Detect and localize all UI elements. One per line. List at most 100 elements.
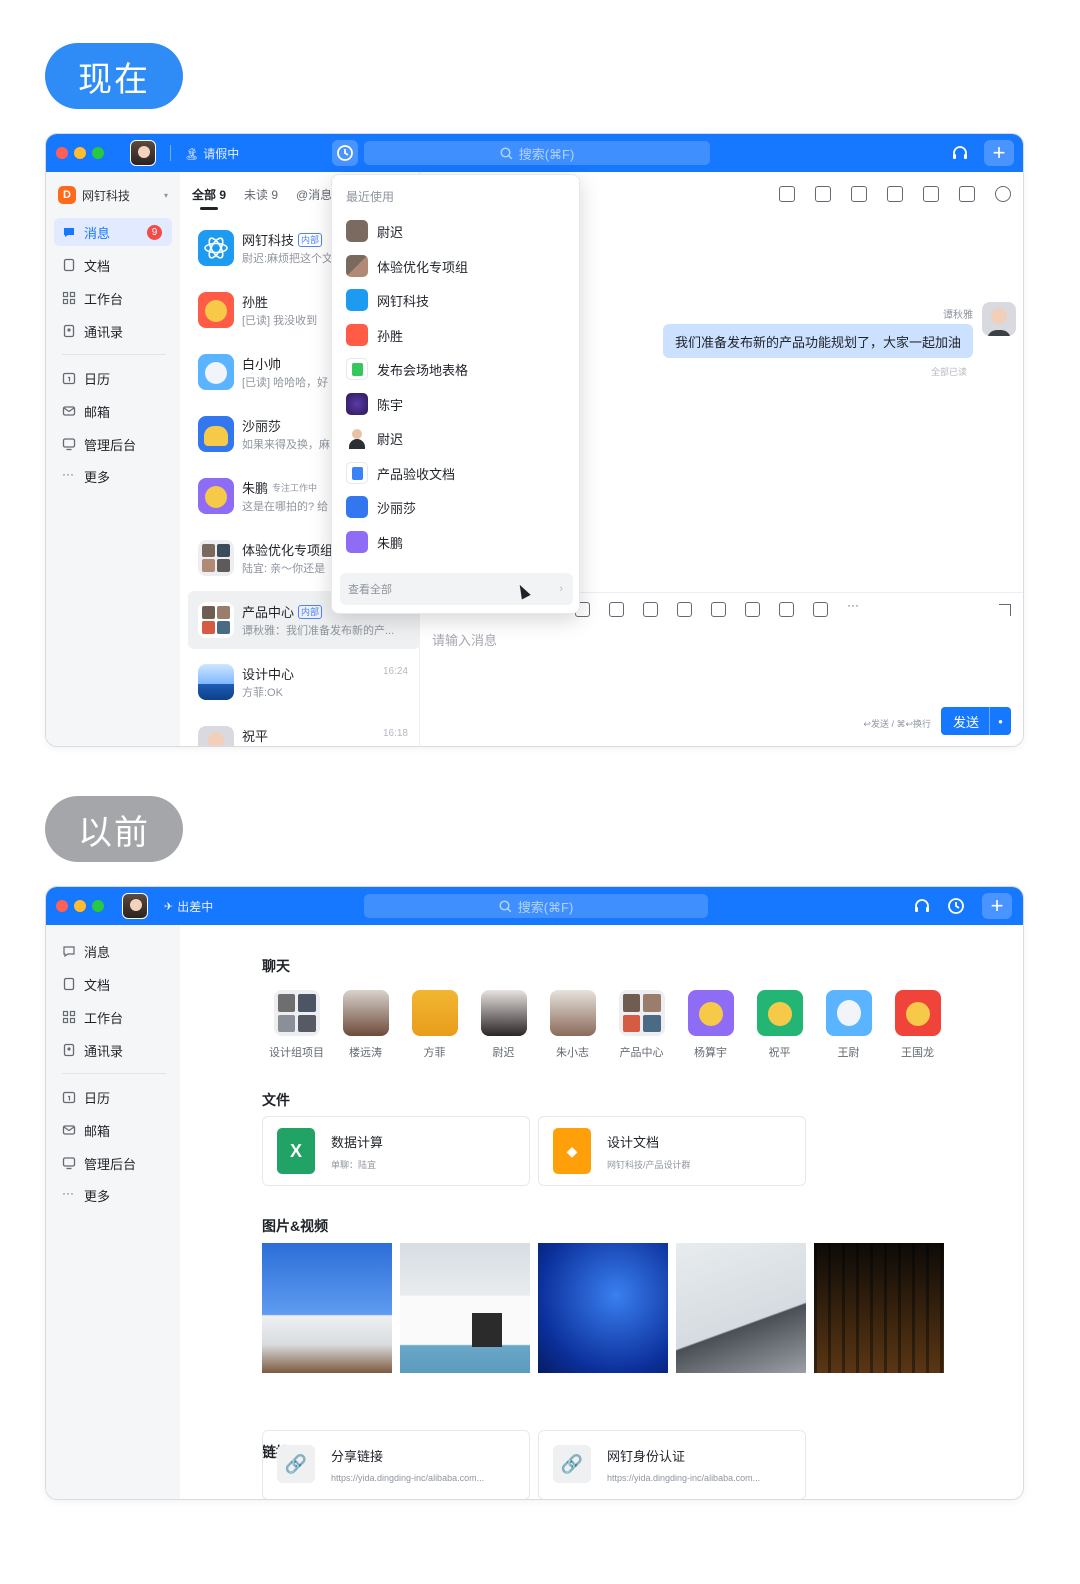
sidebar-item-mail[interactable]: 邮箱 <box>54 397 172 425</box>
add-member-icon[interactable] <box>959 186 975 202</box>
recent-item[interactable]: 产品验收文档 <box>340 457 573 489</box>
media-thumbnail[interactable] <box>676 1243 806 1373</box>
sidebar-item-contacts[interactable]: 通讯录 <box>54 317 172 345</box>
send-options-icon[interactable]: ● <box>989 707 1011 735</box>
person-item[interactable]: 方菲 <box>400 990 469 1060</box>
task-icon[interactable] <box>779 186 795 202</box>
minimize-dot[interactable] <box>74 900 86 912</box>
status-indicator[interactable]: ✈ 出差中 <box>164 898 213 915</box>
person-item[interactable]: 王国龙 <box>883 990 952 1060</box>
chat-item[interactable]: 祝平 16:18 <box>188 715 420 746</box>
window-controls <box>56 900 104 912</box>
sidebar-item-docs[interactable]: 文档 <box>54 251 172 279</box>
tab-mentions[interactable]: @消息 <box>296 186 332 203</box>
maximize-dot[interactable] <box>92 900 104 912</box>
recent-item[interactable]: 体验优化专项组 <box>340 250 573 282</box>
media-thumbnail[interactable] <box>262 1243 392 1373</box>
avatar <box>346 255 368 277</box>
user-avatar[interactable] <box>122 893 148 919</box>
doc-icon <box>63 977 75 991</box>
settings-icon[interactable] <box>995 186 1011 202</box>
phone-icon[interactable] <box>779 602 794 617</box>
recent-item[interactable]: 网钉科技 <box>340 284 573 316</box>
file-card[interactable]: X 数据计算 单聊：陆宜 <box>262 1116 530 1186</box>
add-button[interactable]: + <box>984 140 1014 166</box>
sidebar-item-label: 更多 <box>84 469 111 485</box>
folder-icon[interactable] <box>887 186 903 202</box>
more-icon[interactable]: ··· <box>847 599 862 617</box>
sidebar-item-docs[interactable]: 文档 <box>54 970 172 998</box>
status-indicator[interactable]: 🏝 请假中 <box>184 145 239 162</box>
calendar-icon[interactable] <box>643 602 658 617</box>
file-card[interactable]: ◆ 设计文档 网钉科技/产品设计群 <box>538 1116 806 1186</box>
recent-item[interactable]: 发布会场地表格 <box>340 353 573 385</box>
sidebar-item-calendar[interactable]: 日历 <box>54 364 172 392</box>
task-icon[interactable] <box>677 602 692 617</box>
media-thumbnail[interactable] <box>400 1243 530 1373</box>
person-item[interactable]: 祝平 <box>745 990 814 1060</box>
tab-unread[interactable]: 未读 9 <box>244 186 278 203</box>
tab-all[interactable]: 全部 9 <box>192 186 226 203</box>
link-card[interactable]: 🔗 网钉身份认证 https://yida.dingding-inc/aliba… <box>538 1430 806 1499</box>
link-card[interactable]: 🔗 分享链接 https://yida.dingding-inc/alibaba… <box>262 1430 530 1499</box>
search-input[interactable]: 搜索(⌘F) <box>364 894 708 918</box>
history-button[interactable] <box>332 140 358 166</box>
sidebar-item-messages[interactable]: 消息 <box>54 937 172 965</box>
minimize-dot[interactable] <box>74 147 86 159</box>
person-item[interactable]: 杨算宇 <box>676 990 745 1060</box>
announce-icon[interactable] <box>851 186 867 202</box>
sidebar-item-contacts[interactable]: 通讯录 <box>54 1036 172 1064</box>
lightning-icon[interactable] <box>711 602 726 617</box>
recent-item[interactable]: 朱鹏 <box>340 526 573 558</box>
person-item[interactable]: 产品中心 <box>607 990 676 1060</box>
media-thumbnail[interactable] <box>814 1243 944 1373</box>
before-label: 以前 <box>45 796 183 862</box>
person-item[interactable]: 朱小志 <box>538 990 607 1060</box>
add-button[interactable]: + <box>982 893 1012 919</box>
close-dot[interactable] <box>56 147 68 159</box>
sidebar-item-mail[interactable]: 邮箱 <box>54 1116 172 1144</box>
chat-item[interactable]: 设计中心 方菲:OK 16:24 <box>188 653 420 711</box>
person-item[interactable]: 王尉 <box>814 990 883 1060</box>
expand-icon[interactable] <box>999 604 1011 616</box>
sidebar-item-messages[interactable]: 消息 9 <box>54 218 172 246</box>
recent-item[interactable]: 陈宇 <box>340 388 573 420</box>
sidebar-item-more[interactable]: ··· 更多 <box>54 1181 172 1209</box>
sidebar-item-label: 通讯录 <box>84 324 124 340</box>
person-name: 尉迟 <box>492 1047 515 1059</box>
avatar <box>346 393 368 415</box>
maximize-dot[interactable] <box>92 147 104 159</box>
recent-item[interactable]: 尉迟 <box>340 422 573 454</box>
search-history-icon[interactable] <box>923 186 939 202</box>
person-item[interactable]: 尉迟 <box>469 990 538 1060</box>
headset-icon[interactable] <box>912 896 932 916</box>
docs-icon[interactable] <box>815 186 831 202</box>
mail-icon[interactable] <box>813 602 828 617</box>
media-thumbnail[interactable] <box>538 1243 668 1373</box>
message-input[interactable]: 请输入消息 <box>432 630 497 649</box>
chat-time: 16:24 <box>382 666 408 677</box>
user-avatar[interactable] <box>130 140 156 166</box>
recent-item[interactable]: 尉迟 <box>340 215 573 247</box>
close-dot[interactable] <box>56 900 68 912</box>
person-item[interactable]: 设计组项目 <box>262 990 331 1060</box>
chat-name: 沙丽莎 <box>242 419 282 434</box>
sidebar-item-calendar[interactable]: 日历 <box>54 1083 172 1111</box>
sidebar-item-workbench[interactable]: 工作台 <box>54 284 172 312</box>
send-button[interactable]: 发送 ● <box>941 707 1011 735</box>
sidebar-item-admin[interactable]: 管理后台 <box>54 430 172 458</box>
headset-icon[interactable] <box>950 143 970 163</box>
upload-icon[interactable] <box>609 602 624 617</box>
search-input[interactable]: 搜索(⌘F) <box>364 141 710 165</box>
recent-item[interactable]: 孙胜 <box>340 319 573 351</box>
sidebar-item-workbench[interactable]: 工作台 <box>54 1003 172 1031</box>
view-all-button[interactable]: 查看全部 › <box>340 573 573 605</box>
recent-item[interactable]: 沙丽莎 <box>340 491 573 523</box>
sidebar-item-more[interactable]: ··· 更多 <box>54 462 172 490</box>
schedule-icon[interactable] <box>745 602 760 617</box>
sidebar-item-admin[interactable]: 管理后台 <box>54 1149 172 1177</box>
person-item[interactable]: 楼远涛 <box>331 990 400 1060</box>
avatar <box>549 990 596 1036</box>
org-switcher[interactable]: D 网钉科技 ▾ <box>58 186 168 204</box>
history-icon[interactable] <box>946 896 966 916</box>
